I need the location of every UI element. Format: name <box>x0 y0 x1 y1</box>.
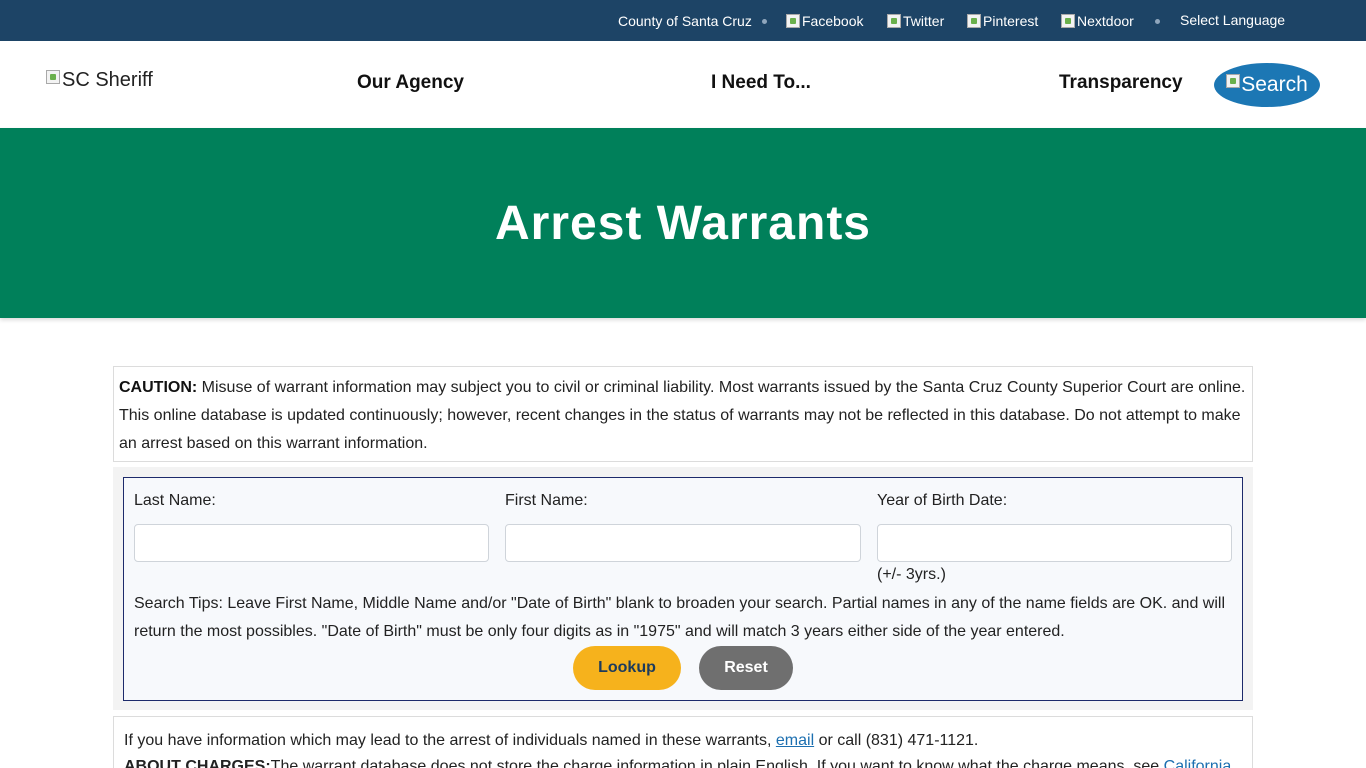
birth-year-label: Year of Birth Date: <box>877 492 1008 509</box>
nav-i-need-to[interactable]: I Need To... <box>711 72 811 94</box>
nav-our-agency[interactable]: Our Agency <box>357 72 464 94</box>
nextdoor-label: Nextdoor <box>1077 13 1134 29</box>
page-title: Arrest Warrants <box>494 196 871 250</box>
search-tips: Search Tips: Leave First Name, Middle Na… <box>134 595 1225 640</box>
county-link[interactable]: County of Santa Cruz <box>618 13 752 29</box>
last-name-input[interactable] <box>134 524 489 562</box>
facebook-label: Facebook <box>802 13 864 29</box>
last-name-label: Last Name: <box>134 492 216 509</box>
first-name-input[interactable] <box>505 524 861 562</box>
charges-line: ABOUT CHARGES:The warrant database does … <box>124 754 1242 768</box>
info-box: If you have information which may lead t… <box>113 716 1253 768</box>
search-button[interactable]: Search <box>1214 63 1320 107</box>
caution-text: Misuse of warrant information may subjec… <box>119 379 1246 452</box>
site-header: SC Sheriff Our Agency I Need To... Trans… <box>0 41 1366 128</box>
caution-box: CAUTION: Misuse of warrant information m… <box>113 366 1253 462</box>
pinterest-link[interactable]: Pinterest <box>967 13 1038 29</box>
nextdoor-icon <box>1061 14 1075 28</box>
logo-alt-text: SC Sheriff <box>62 69 153 91</box>
charges-label: ABOUT CHARGES: <box>124 758 271 768</box>
lookup-button[interactable]: Lookup <box>573 646 681 690</box>
twitter-icon <box>887 14 901 28</box>
search-label: Search <box>1241 73 1308 96</box>
separator-dot <box>1155 19 1160 24</box>
first-name-label: First Name: <box>505 492 588 509</box>
page-hero: Arrest Warrants <box>0 128 1366 318</box>
info-line: If you have information which may lead t… <box>124 728 1242 754</box>
search-icon <box>1226 74 1241 88</box>
search-form <box>123 477 1243 701</box>
nextdoor-link[interactable]: Nextdoor <box>1061 13 1134 29</box>
facebook-icon <box>786 14 800 28</box>
caution-label: CAUTION: <box>119 379 198 396</box>
california-link[interactable]: California <box>1164 758 1232 768</box>
nav-transparency[interactable]: Transparency <box>1059 72 1183 94</box>
email-link[interactable]: email <box>776 732 814 749</box>
birth-year-hint: (+/- 3yrs.) <box>877 566 946 583</box>
top-utility-bar: County of Santa Cruz Facebook Twitter Pi… <box>0 0 1366 41</box>
twitter-link[interactable]: Twitter <box>887 13 944 29</box>
site-logo[interactable]: SC Sheriff <box>46 69 153 92</box>
birth-year-input[interactable] <box>877 524 1232 562</box>
reset-button[interactable]: Reset <box>699 646 793 690</box>
pinterest-label: Pinterest <box>983 13 1039 29</box>
facebook-link[interactable]: Facebook <box>786 13 863 29</box>
charges-text: The warrant database does not store the … <box>270 758 1164 768</box>
language-selector[interactable]: Select Language <box>1180 12 1285 28</box>
logo-icon <box>46 70 60 84</box>
separator-dot <box>762 19 767 24</box>
twitter-label: Twitter <box>903 13 945 29</box>
info-prefix: If you have information which may lead t… <box>124 732 776 749</box>
pinterest-icon <box>967 14 981 28</box>
info-suffix: or call (831) 471-1121. <box>814 732 979 749</box>
